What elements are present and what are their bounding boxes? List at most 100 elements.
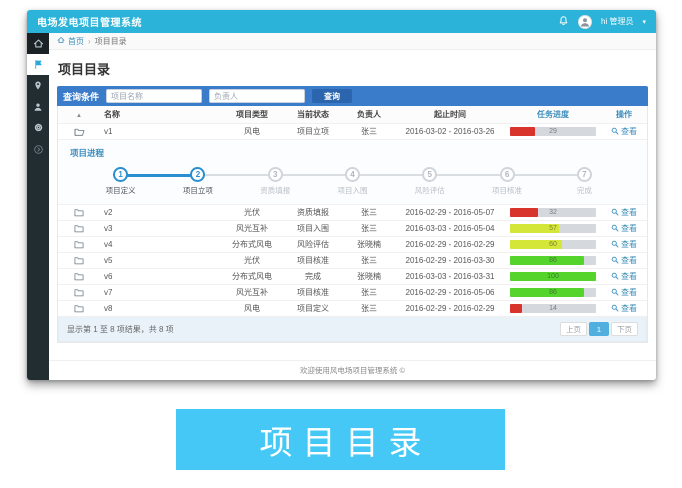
cell-dates: 2016-02-29 - 2016-05-06	[395, 287, 505, 298]
folder-icon[interactable]	[58, 239, 100, 250]
table-row[interactable]: v6 分布式风电 完成 张晓楠 2016-03-03 - 2016-03-31 …	[58, 269, 647, 285]
cell-type: 风光互补	[221, 286, 283, 299]
cell-type: 光伏	[221, 206, 283, 219]
user-menu-caret-icon[interactable]: ▾	[642, 18, 646, 26]
magnifier-icon	[611, 304, 619, 314]
breadcrumb-current: 项目目录	[95, 36, 127, 47]
cell-name: v3	[100, 223, 221, 234]
header-dates[interactable]: 起止时间	[395, 108, 505, 121]
table-header-row: ▲ 名称 项目类型 当前状态 负责人 起止时间 任务进度 操作	[58, 106, 647, 124]
user-icon	[33, 102, 43, 112]
view-link[interactable]: 查看	[611, 255, 637, 266]
progress-bar: 29	[510, 127, 596, 136]
folder-icon[interactable]	[58, 303, 100, 314]
table-row[interactable]: v5 光伏 项目核准 张三 2016-02-29 - 2016-03-30 86	[58, 253, 647, 269]
view-link[interactable]: 查看	[611, 239, 637, 250]
pagination: 上页 1 下页	[560, 322, 638, 336]
cell-owner: 张三	[343, 286, 395, 299]
owner-input[interactable]	[209, 89, 305, 103]
cell-name: v6	[100, 271, 221, 282]
cell-name: v8	[100, 303, 221, 314]
magnifier-icon	[611, 272, 619, 282]
folder-open-icon[interactable]	[58, 126, 100, 138]
cell-name: v5	[100, 255, 221, 266]
folder-icon[interactable]	[58, 271, 100, 282]
project-progress-label[interactable]: 项目进程	[70, 147, 637, 159]
cell-type: 风电	[221, 302, 283, 315]
titlebar: 电场发电项目管理系统 hi 管理员 ▾	[27, 10, 656, 33]
table-row[interactable]: v4 分布式风电 风险评估 张晓楠 2016-02-29 - 2016-02-2…	[58, 237, 647, 253]
caption-chip: 项目目录	[176, 409, 505, 470]
progress-bar: 57	[510, 224, 596, 233]
header-owner[interactable]: 负责人	[343, 108, 395, 121]
cell-status: 项目立项	[283, 125, 343, 138]
header-status[interactable]: 当前状态	[283, 108, 343, 121]
table-row[interactable]: v8 风电 项目定义 张三 2016-02-29 - 2016-02-29 14	[58, 301, 647, 317]
user-greeting[interactable]: hi 管理员	[601, 16, 633, 27]
view-link[interactable]: 查看	[611, 126, 637, 137]
cell-status: 项目核准	[283, 286, 343, 299]
cell-owner: 张三	[343, 254, 395, 267]
view-link[interactable]: 查看	[611, 223, 637, 234]
folder-icon[interactable]	[58, 223, 100, 234]
folder-icon[interactable]	[58, 287, 100, 298]
sidebar-item-home[interactable]	[27, 33, 49, 54]
stepper-step: 3 资质填报	[237, 167, 314, 196]
header-name[interactable]: 名称	[100, 108, 221, 121]
stepper-step: 6 项目核准	[468, 167, 545, 196]
page-1-button[interactable]: 1	[589, 322, 609, 336]
stepper-step: 4 项目入围	[314, 167, 391, 196]
folder-icon[interactable]	[58, 207, 100, 218]
cell-type: 风电	[221, 125, 283, 138]
header-progress: 任务进度	[505, 108, 601, 121]
next-page-button[interactable]: 下页	[611, 322, 638, 336]
folder-icon[interactable]	[58, 255, 100, 266]
cell-dates: 2016-03-03 - 2016-05-04	[395, 223, 505, 234]
home-icon	[33, 38, 44, 49]
cell-dates: 2016-03-02 - 2016-03-26	[395, 126, 505, 137]
view-link[interactable]: 查看	[611, 271, 637, 282]
results-summary: 显示第 1 至 8 项结果，共 8 项	[67, 324, 174, 335]
cell-status: 完成	[283, 270, 343, 283]
notifications-bell-icon[interactable]	[558, 15, 569, 28]
cell-dates: 2016-02-29 - 2016-03-30	[395, 255, 505, 266]
table-row[interactable]: v2 光伏 资质填报 张三 2016-02-29 - 2016-05-07 32	[58, 205, 647, 221]
stepper-step: 2 项目立项	[159, 167, 236, 196]
cell-type: 风光互补	[221, 222, 283, 235]
expand-all-header[interactable]: ▲	[58, 109, 100, 120]
cell-owner: 张晓楠	[343, 270, 395, 283]
search-button[interactable]: 查询	[312, 89, 352, 103]
sidebar-item-location[interactable]	[27, 75, 49, 96]
app-title: 电场发电项目管理系统	[37, 14, 142, 29]
user-avatar[interactable]	[578, 15, 592, 29]
cell-name: v7	[100, 287, 221, 298]
cell-owner: 张晓楠	[343, 238, 395, 251]
view-link[interactable]: 查看	[611, 207, 637, 218]
view-link[interactable]: 查看	[611, 287, 637, 298]
table-row[interactable]: v3 风光互补 项目入围 张三 2016-03-03 - 2016-05-04 …	[58, 221, 647, 237]
view-link[interactable]: 查看	[611, 303, 637, 314]
sidebar-item-users[interactable]	[27, 96, 49, 117]
stepper-step: 5 风险评估	[391, 167, 468, 196]
table-footer: 显示第 1 至 8 项结果，共 8 项 上页 1 下页	[58, 317, 647, 342]
table-row[interactable]: v7 风光互补 项目核准 张三 2016-02-29 - 2016-05-06 …	[58, 285, 647, 301]
table-row[interactable]: v1 风电 项目立项 张三 2016-03-02 - 2016-03-26 29	[58, 124, 647, 140]
project-name-input[interactable]	[106, 89, 202, 103]
cell-status: 项目定义	[283, 302, 343, 315]
projects-table: ▲ 名称 项目类型 当前状态 负责人 起止时间 任务进度 操作	[57, 106, 648, 343]
query-label: 查询条件	[63, 90, 99, 103]
cell-dates: 2016-02-29 - 2016-02-29	[395, 239, 505, 250]
cell-status: 风险评估	[283, 238, 343, 251]
prev-page-button[interactable]: 上页	[560, 322, 587, 336]
stepper-step: 7 完成	[546, 167, 623, 196]
cell-owner: 张三	[343, 206, 395, 219]
progress-bar: 86	[510, 288, 596, 297]
cell-owner: 张三	[343, 222, 395, 235]
header-type[interactable]: 项目类型	[221, 108, 283, 121]
breadcrumb-home-link[interactable]: 首页	[57, 36, 84, 47]
sidebar-collapse-button[interactable]	[27, 139, 49, 160]
sidebar-item-projects[interactable]	[27, 54, 49, 75]
cell-type: 分布式风电	[221, 270, 283, 283]
app-window: 电场发电项目管理系统 hi 管理员 ▾	[27, 10, 656, 380]
sidebar-item-settings[interactable]	[27, 117, 49, 138]
